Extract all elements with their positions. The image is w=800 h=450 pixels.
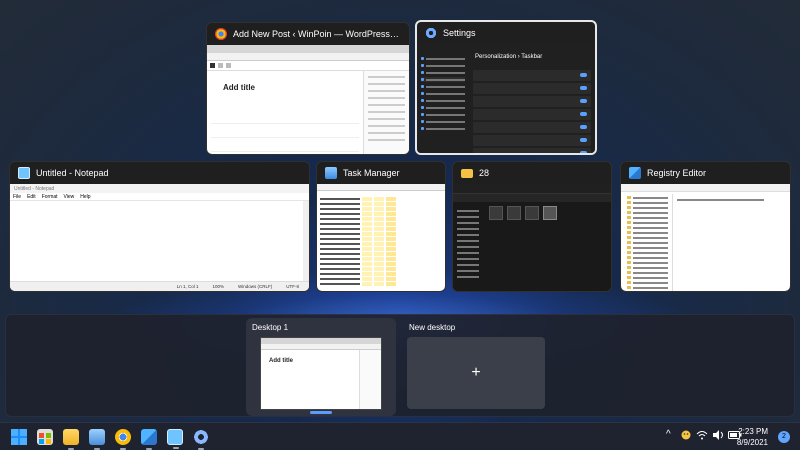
window-title: Registry Editor — [647, 168, 707, 178]
window-preview: Personalization › Taskbar — [417, 44, 595, 153]
window-preview: Untitled - Notepad File Edit Format View Hel… — [10, 184, 309, 291]
window-preview — [317, 184, 445, 291]
new-desktop-card[interactable]: New desktop + — [403, 318, 553, 416]
thumbnail-heading: Add title — [269, 358, 293, 364]
chevron-up-icon[interactable]: ^ — [666, 429, 671, 440]
taskbar: ^ 2:23 PM 8/9/2021 2 — [0, 422, 800, 450]
notepad-menu: File Edit Format View Help — [10, 193, 309, 201]
notepad-status-bar: Ln 1, Col 1 100% Windows (CRLF) UTF-8 — [10, 281, 309, 291]
folder-icon — [461, 168, 473, 178]
time: 2:23 PM — [738, 427, 768, 436]
add-desktop-button[interactable]: + — [407, 337, 545, 409]
active-desktop-indicator — [310, 411, 332, 414]
window-title-bar: 28 — [453, 162, 611, 184]
task-manager-icon — [325, 167, 337, 179]
notification-badge[interactable]: 2 — [778, 431, 790, 443]
settings-heading: Personalization › Taskbar — [475, 54, 543, 60]
emoji-icon[interactable] — [681, 430, 691, 443]
wp-post-title: Add title — [223, 83, 255, 92]
window-title-bar: Untitled - Notepad — [10, 162, 309, 184]
clock[interactable]: 2:23 PM 8/9/2021 — [737, 426, 768, 448]
notepad-icon — [18, 167, 30, 179]
window-settings[interactable]: Settings Personalization › Taskbar — [415, 20, 597, 155]
chrome-icon[interactable] — [115, 429, 131, 450]
registry-editor-icon[interactable] — [141, 429, 157, 450]
window-title: Add New Post ‹ WinPoin — WordPress - Goo… — [233, 29, 401, 39]
chrome-icon — [215, 28, 227, 40]
window-task-manager[interactable]: Task Manager — [316, 161, 446, 292]
desktop-1-card[interactable]: Desktop 1 Add title — [246, 318, 396, 416]
window-title-bar: Task Manager — [317, 162, 445, 184]
window-notepad[interactable]: Untitled - Notepad Untitled - Notepad Fi… — [9, 161, 310, 292]
notepad-caption: Untitled - Notepad — [10, 184, 309, 193]
new-desktop-label: New desktop — [409, 323, 456, 332]
windows-start-icon[interactable] — [11, 429, 27, 445]
window-preview: Add title — [207, 45, 409, 154]
window-title: Settings — [443, 28, 476, 38]
settings-gear-icon — [425, 27, 437, 39]
notepad-icon[interactable] — [167, 429, 183, 449]
window-title: Untitled - Notepad — [36, 168, 109, 178]
registry-editor-icon — [629, 167, 641, 179]
window-preview — [621, 184, 790, 291]
wifi-icon[interactable] — [696, 430, 708, 443]
desktop-thumbnail: Add title — [260, 337, 382, 410]
settings-gear-icon[interactable] — [193, 429, 209, 450]
desktop-label: Desktop 1 — [252, 323, 289, 332]
window-title-bar: Add New Post ‹ WinPoin — WordPress - Goo… — [207, 23, 409, 45]
window-title: Task Manager — [343, 168, 400, 178]
volume-icon[interactable] — [712, 430, 724, 443]
window-title: 28 — [479, 168, 490, 178]
photos-icon[interactable] — [89, 429, 105, 450]
file-explorer-icon[interactable] — [63, 429, 79, 450]
date: 8/9/2021 — [736, 438, 768, 447]
window-registry-editor[interactable]: Registry Editor — [620, 161, 791, 292]
microsoft-store-icon[interactable] — [37, 429, 53, 445]
window-file-explorer[interactable]: 28 — [452, 161, 612, 292]
window-title-bar: Registry Editor — [621, 162, 790, 184]
window-preview — [453, 184, 611, 291]
plus-icon: + — [471, 364, 481, 381]
virtual-desktops-panel — [5, 314, 795, 417]
window-title-bar: Settings — [417, 22, 595, 44]
window-chrome-wordpress[interactable]: Add New Post ‹ WinPoin — WordPress - Goo… — [206, 22, 410, 155]
